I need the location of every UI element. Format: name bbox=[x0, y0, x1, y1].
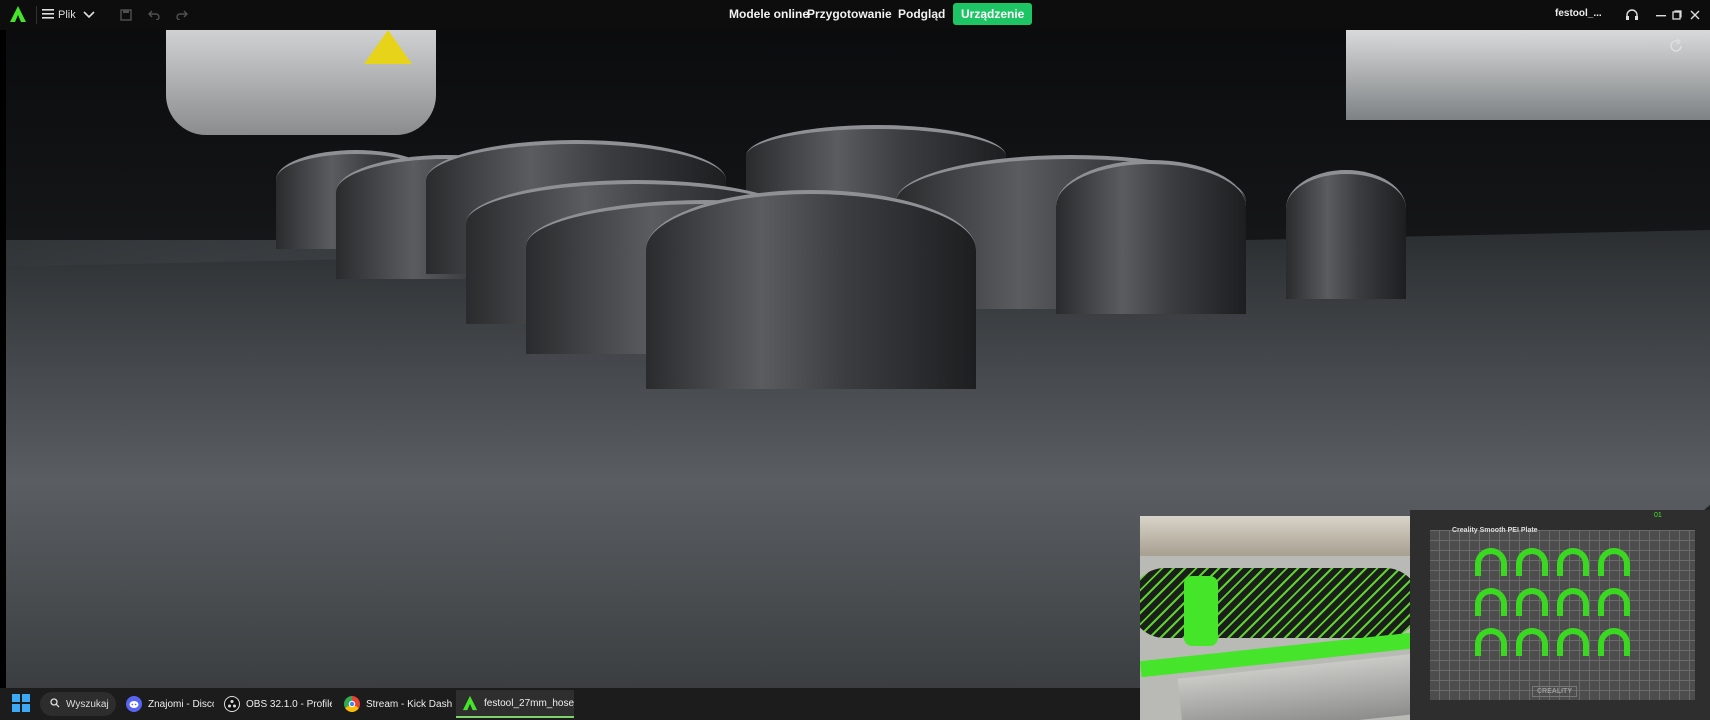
taskbar: Wyszukaj Znajomi - Discord OBS 32.1.0 - … bbox=[0, 688, 1140, 720]
warning-sticker bbox=[364, 30, 412, 64]
taskbar-item-chrome[interactable]: Stream - Kick Dashboard bbox=[338, 690, 452, 718]
taskbar-item-creality-print[interactable]: festool_27mm_hose_cab bbox=[456, 690, 574, 718]
clip-model bbox=[1598, 548, 1630, 576]
plate-number: 01 bbox=[1654, 512, 1662, 519]
clip-model bbox=[1516, 588, 1548, 616]
redo-icon[interactable] bbox=[172, 5, 192, 25]
clip-model bbox=[1557, 588, 1589, 616]
file-menu-button[interactable]: Plik bbox=[42, 4, 76, 26]
title-divider bbox=[36, 6, 37, 24]
headset-icon[interactable] bbox=[1622, 5, 1642, 25]
clip-model bbox=[1557, 628, 1589, 656]
chrome-icon bbox=[344, 696, 360, 712]
taskbar-item-obs[interactable]: OBS 32.1.0 - Profile: Bez bbox=[218, 690, 332, 718]
clip-model bbox=[1598, 628, 1630, 656]
project-file-name: festool_... bbox=[1555, 8, 1602, 19]
save-icon[interactable] bbox=[116, 5, 136, 25]
hamburger-icon bbox=[42, 8, 54, 22]
plate-label: Creality Smooth PEI Plate bbox=[1452, 527, 1538, 534]
clip-model bbox=[1598, 588, 1630, 616]
refresh-icon[interactable] bbox=[1668, 38, 1688, 58]
pip-closeup-camera bbox=[1140, 516, 1410, 720]
chevron-down-icon[interactable] bbox=[80, 4, 98, 26]
printed-part bbox=[1056, 160, 1246, 314]
hose bbox=[1140, 568, 1410, 638]
taskbar-item-label: festool_27mm_hose_cab bbox=[484, 697, 574, 709]
creality-print-icon bbox=[462, 695, 478, 711]
taskbar-item-label: OBS 32.1.0 - Profile: Bez bbox=[246, 698, 332, 710]
hose-clip bbox=[1184, 576, 1218, 646]
title-bar: Plik Modele online Przygotowanie Podgląd… bbox=[0, 0, 1710, 30]
search-label: Wyszukaj bbox=[66, 698, 109, 710]
printer-wall-light bbox=[1346, 30, 1710, 120]
clip-model bbox=[1557, 548, 1589, 576]
clip-model bbox=[1516, 548, 1548, 576]
tab-device[interactable]: Urządzenie bbox=[953, 3, 1033, 25]
app-logo-icon bbox=[8, 4, 28, 24]
obs-icon bbox=[224, 696, 240, 712]
undo-icon[interactable] bbox=[144, 5, 164, 25]
discord-icon bbox=[126, 696, 142, 712]
clip-model bbox=[1516, 628, 1548, 656]
search-icon bbox=[50, 697, 60, 711]
creality-brand-label: CREALITY bbox=[1532, 686, 1577, 697]
taskbar-item-label: Znajomi - Discord bbox=[148, 698, 214, 710]
windows-start-icon[interactable] bbox=[12, 694, 32, 714]
tab-prepare[interactable]: Przygotowanie bbox=[799, 3, 900, 25]
tab-preview[interactable]: Podgląd bbox=[890, 3, 953, 25]
clip-model bbox=[1475, 548, 1507, 576]
clip-model bbox=[1475, 588, 1507, 616]
taskbar-search[interactable]: Wyszukaj bbox=[40, 692, 116, 716]
taskbar-item-label: Stream - Kick Dashboard bbox=[366, 698, 452, 710]
pip-slicer-preview: Creality Smooth PEI Plate 01 CREALITY bbox=[1410, 510, 1710, 720]
clip-model bbox=[1475, 628, 1507, 656]
restore-icon[interactable] bbox=[1667, 5, 1687, 25]
printed-part bbox=[646, 190, 976, 389]
close-icon[interactable] bbox=[1685, 5, 1705, 25]
file-menu-label: Plik bbox=[58, 9, 76, 21]
rail bbox=[1140, 516, 1410, 556]
printed-part bbox=[1286, 170, 1406, 299]
taskbar-item-discord[interactable]: Znajomi - Discord bbox=[120, 690, 214, 718]
